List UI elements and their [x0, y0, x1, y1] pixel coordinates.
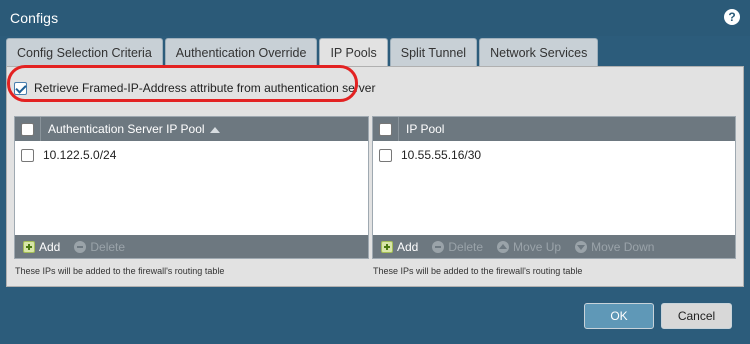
- table-row[interactable]: 10.55.55.16/30: [373, 144, 735, 166]
- ip-pool-value: 10.55.55.16/30: [401, 148, 482, 162]
- arrow-down-icon: [575, 240, 588, 253]
- move-down-label: Move Down: [591, 239, 655, 254]
- auth-pool-note: These IPs will be added to the firewall'…: [15, 266, 225, 276]
- row-checkbox[interactable]: [379, 148, 392, 162]
- plus-icon: [381, 240, 393, 253]
- plus-icon: [23, 240, 35, 253]
- select-all-checkbox[interactable]: [21, 122, 34, 136]
- column-header-auth-pool[interactable]: Authentication Server IP Pool: [48, 122, 220, 136]
- grid-footer: Add Delete: [15, 235, 368, 258]
- delete-label: Delete: [90, 239, 126, 254]
- move-up-button[interactable]: Move Up: [497, 240, 561, 254]
- ok-button[interactable]: OK: [584, 303, 654, 329]
- tab-network-services[interactable]: Network Services: [479, 38, 599, 66]
- move-down-button[interactable]: Move Down: [575, 240, 654, 254]
- column-header-ip-pool[interactable]: IP Pool: [406, 122, 444, 136]
- add-button[interactable]: Add: [23, 240, 60, 254]
- add-label: Add: [397, 239, 419, 254]
- auth-pool-value: 10.122.5.0/24: [43, 148, 117, 162]
- delete-button[interactable]: Delete: [432, 240, 483, 254]
- tab-config-selection-criteria[interactable]: Config Selection Criteria: [6, 38, 163, 66]
- ip-pool-grid: IP Pool 10.55.55.16/30 Add Delete Move U…: [372, 116, 736, 259]
- header-divider: [40, 117, 41, 141]
- auth-server-ip-pool-grid: Authentication Server IP Pool 10.122.5.0…: [14, 116, 369, 259]
- add-button[interactable]: Add: [381, 240, 418, 254]
- sort-ascending-icon: [209, 126, 220, 133]
- cancel-button[interactable]: Cancel: [661, 303, 732, 329]
- grid-footer: Add Delete Move Up Move Down: [373, 235, 735, 258]
- move-up-label: Move Up: [513, 239, 562, 254]
- row-checkbox[interactable]: [21, 148, 34, 162]
- help-icon[interactable]: ?: [724, 9, 740, 25]
- column-header-label: Authentication Server IP Pool: [48, 122, 205, 136]
- highlight-annotation: [7, 65, 358, 102]
- minus-icon: [432, 240, 445, 253]
- table-row[interactable]: 10.122.5.0/24: [15, 144, 368, 166]
- add-label: Add: [39, 239, 61, 254]
- grid-header: Authentication Server IP Pool: [15, 117, 368, 141]
- minus-icon: [74, 240, 87, 253]
- configs-dialog: Configs ? Config Selection Criteria Auth…: [0, 0, 750, 344]
- header-divider: [398, 117, 399, 141]
- delete-label: Delete: [448, 239, 484, 254]
- grid-header: IP Pool: [373, 117, 735, 141]
- dialog-title: Configs: [10, 10, 59, 26]
- tab-bar: Config Selection Criteria Authentication…: [6, 38, 600, 66]
- tab-authentication-override[interactable]: Authentication Override: [164, 38, 318, 66]
- tab-split-tunnel[interactable]: Split Tunnel: [389, 38, 478, 66]
- tab-ip-pools[interactable]: IP Pools: [319, 38, 388, 66]
- title-bar: Configs ?: [0, 0, 750, 36]
- delete-button[interactable]: Delete: [74, 240, 125, 254]
- arrow-up-icon: [497, 240, 510, 253]
- select-all-checkbox[interactable]: [379, 122, 392, 136]
- ip-pool-note: These IPs will be added to the firewall'…: [373, 266, 583, 276]
